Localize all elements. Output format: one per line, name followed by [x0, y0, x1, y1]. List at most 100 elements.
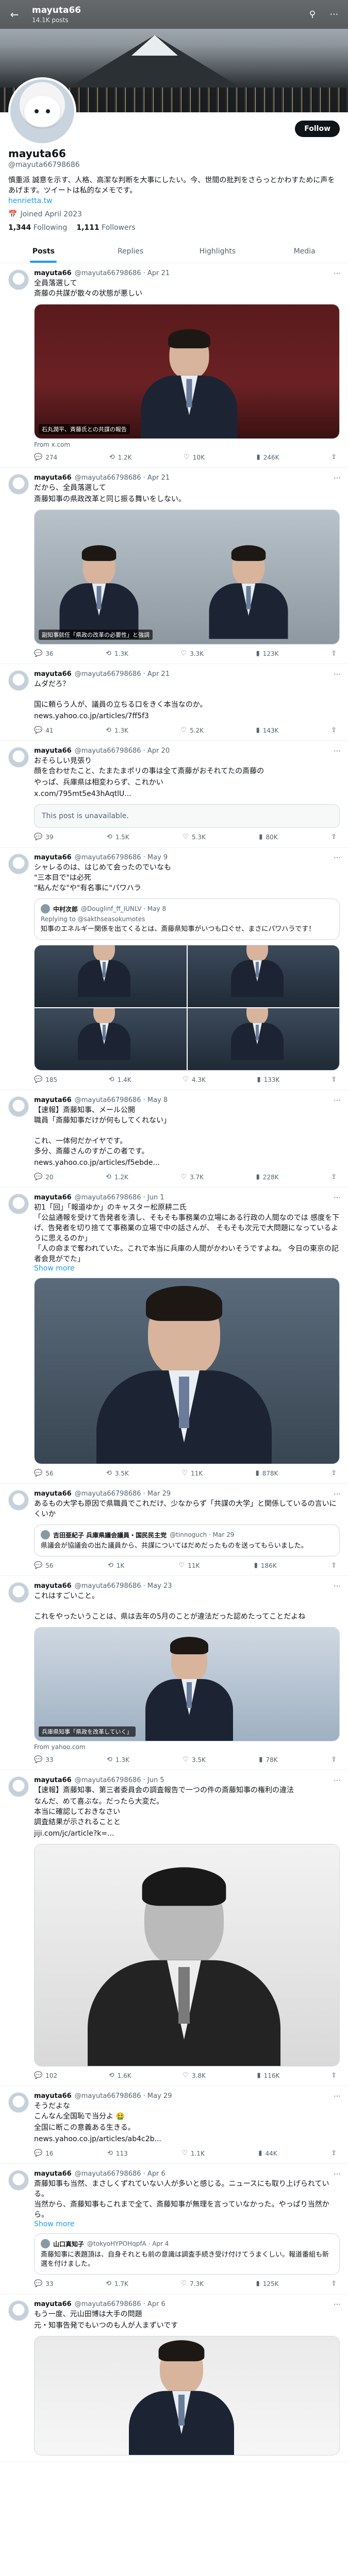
- more-icon[interactable]: ⋯: [334, 2170, 341, 2178]
- share-button[interactable]: ⇪: [331, 1173, 337, 1181]
- more-icon[interactable]: ⋯: [334, 1582, 341, 1590]
- quoted-tweet[interactable]: 中村次郎 @Douglinf_ff_IUNLV · May 8 Replying t…: [34, 899, 340, 940]
- avatar[interactable]: [8, 77, 76, 145]
- share-button[interactable]: ⇪: [331, 833, 337, 841]
- views-button[interactable]: ▮ 878K: [256, 1469, 278, 1477]
- tweet-media[interactable]: 副知事就任「県政の改革の必要性」と強調: [34, 510, 340, 645]
- like-button[interactable]: ♡ 3.3K: [180, 650, 204, 657]
- reply-button[interactable]: 💬 274: [34, 453, 57, 461]
- tweet-avatar[interactable]: [8, 2300, 29, 2321]
- tweet-avatar[interactable]: [8, 1776, 29, 1797]
- tweet-avatar[interactable]: [8, 2170, 29, 2191]
- retweet-button[interactable]: ⟲ 113: [107, 2149, 128, 2157]
- retweet-button[interactable]: ⟲ 1.5K: [107, 833, 129, 841]
- tweet-avatar[interactable]: [8, 1096, 29, 1117]
- retweet-button[interactable]: ⟲ 1.3K: [107, 1756, 129, 1764]
- reply-button[interactable]: 💬 185: [34, 1076, 57, 1083]
- views-button[interactable]: ▮ 123K: [256, 650, 279, 657]
- share-button[interactable]: ⇪: [331, 2072, 337, 2079]
- tweet-author-name[interactable]: mayuta66: [34, 1096, 72, 1104]
- more-icon[interactable]: ⋯: [334, 474, 341, 482]
- tweet-media[interactable]: 石丸潤平、斉藤氏との共謀の報告: [34, 304, 340, 439]
- views-button[interactable]: ▮ 125K: [256, 2280, 279, 2287]
- views-button[interactable]: ▮ 116K: [257, 2072, 279, 2079]
- more-icon[interactable]: ⋯: [334, 1096, 341, 1105]
- more-icon[interactable]: ⋯: [334, 269, 341, 278]
- following-count[interactable]: 1,344 Following: [8, 224, 67, 232]
- retweet-button[interactable]: ⟲ 1.2K: [109, 453, 132, 461]
- more-icon[interactable]: ⋯: [334, 1776, 341, 1785]
- search-icon[interactable]: ⚲: [306, 8, 319, 21]
- reply-button[interactable]: 💬 102: [34, 2072, 57, 2079]
- tweet-author-name[interactable]: mayuta66: [34, 670, 72, 678]
- tab-highlights[interactable]: Highlights: [174, 239, 261, 263]
- show-more-link[interactable]: Show more: [34, 1264, 340, 1273]
- tweet[interactable]: ⋯ mayuta66 @mayuta66798686 · Apr 6 斎藤知事も当然、…: [0, 2164, 348, 2294]
- tweet-media[interactable]: [34, 2336, 340, 2455]
- views-button[interactable]: ▮ 228K: [256, 1173, 279, 1181]
- tweet[interactable]: ⋯ mayuta66 @mayuta66798686 · Jun 1 初1「回」「報道…: [0, 1188, 348, 1484]
- views-button[interactable]: ▮ 44K: [258, 2149, 277, 2157]
- like-button[interactable]: ♡ 10K: [184, 453, 205, 461]
- more-icon[interactable]: ⋯: [334, 2092, 341, 2100]
- tweet-avatar[interactable]: [8, 2092, 29, 2113]
- reply-button[interactable]: 💬 33: [34, 1756, 53, 1764]
- reply-button[interactable]: 💬 33: [34, 2280, 53, 2287]
- tweet-author-name[interactable]: mayuta66: [34, 269, 72, 277]
- tweet[interactable]: ⋯ mayuta66 @mayuta66798686 · Jun 5 【速報】斎藤知事…: [0, 1770, 348, 2086]
- tweet[interactable]: ⋯ mayuta66 @mayuta66798686 · May 9 シャレるのは、は…: [0, 848, 348, 1090]
- tweet[interactable]: ⋯ mayuta66 @mayuta66798686 · Mar 29 あるもの大学も…: [0, 1484, 348, 1576]
- tweet[interactable]: ⋯ mayuta66 @mayuta66798686 · Apr 20 おそらしい見張…: [0, 741, 348, 848]
- tweet[interactable]: ⋯ mayuta66 @mayuta66798686 · May 8 【速報】斎藤知事…: [0, 1090, 348, 1188]
- retweet-button[interactable]: ⟲ 1.4K: [109, 1076, 131, 1083]
- tweet-avatar[interactable]: [8, 1582, 29, 1603]
- retweet-button[interactable]: ⟲ 1K: [108, 1562, 124, 1569]
- tweet-link[interactable]: news.yahoo.co.jp/articles/ab4c2b...: [34, 2134, 340, 2144]
- reply-button[interactable]: 💬 16: [34, 2149, 53, 2157]
- tweet-author-name[interactable]: mayuta66: [34, 1194, 72, 1201]
- more-icon[interactable]: ⋯: [334, 670, 341, 679]
- tweet-author-name[interactable]: mayuta66: [34, 854, 72, 861]
- more-icon[interactable]: ⋯: [334, 747, 341, 755]
- like-button[interactable]: ♡ 5.2K: [180, 726, 204, 734]
- tweet-author-name[interactable]: mayuta66: [34, 2170, 72, 2178]
- share-button[interactable]: ⇪: [331, 726, 337, 734]
- tweet-avatar[interactable]: [8, 1194, 29, 1214]
- like-button[interactable]: ♡ 3.8K: [183, 2072, 206, 2079]
- tweet-author-name[interactable]: mayuta66: [34, 1490, 72, 1498]
- share-button[interactable]: ⇪: [331, 1756, 337, 1764]
- retweet-button[interactable]: ⟲ 1.6K: [109, 2072, 131, 2079]
- share-button[interactable]: ⇪: [331, 1076, 337, 1083]
- follow-button[interactable]: Follow: [295, 121, 340, 137]
- tweet[interactable]: ⋯ mayuta66 @mayuta66798686 · Apr 21 ムダだろ？ 国…: [0, 664, 348, 741]
- share-button[interactable]: ⇪: [331, 2280, 337, 2287]
- share-button[interactable]: ⇪: [331, 453, 337, 461]
- share-button[interactable]: ⇪: [331, 2149, 337, 2157]
- share-button[interactable]: ⇪: [331, 1469, 337, 1477]
- followers-count[interactable]: 1,111 Followers: [76, 224, 135, 232]
- share-button[interactable]: ⇪: [331, 1562, 337, 1569]
- views-button[interactable]: ▮ 186K: [254, 1562, 277, 1569]
- tweet-avatar[interactable]: [8, 474, 29, 495]
- like-button[interactable]: ♡ 11K: [179, 1562, 200, 1569]
- like-button[interactable]: ♡ 3.5K: [183, 1756, 206, 1764]
- back-arrow-icon[interactable]: ←: [7, 7, 22, 22]
- retweet-button[interactable]: ⟲ 3.5K: [106, 1469, 129, 1477]
- tab-posts[interactable]: Posts: [0, 239, 87, 263]
- more-icon[interactable]: ⋯: [334, 1194, 341, 1202]
- tweet[interactable]: ⋯ mayuta66 @mayuta66798686 · Apr 21 だから、全員落…: [0, 468, 348, 664]
- tweet-link[interactable]: news.yahoo.co.jp/articles/7ff5f3: [34, 711, 340, 721]
- share-button[interactable]: ⇪: [331, 650, 337, 657]
- show-more-link[interactable]: Show more: [34, 2220, 340, 2228]
- tweet-media[interactable]: 兵庫県知事「県政を改革していく」: [34, 1627, 340, 1741]
- tweet[interactable]: ⋯ mayuta66 @mayuta66798686 · May 23 これはすごいこ…: [0, 1576, 348, 1770]
- tweet[interactable]: ⋯ mayuta66 @mayuta66798686 · Apr 6 もう一度、元山田…: [0, 2294, 348, 2462]
- retweet-button[interactable]: ⟲ 1.7K: [106, 2280, 128, 2287]
- views-button[interactable]: ▮ 78K: [259, 1756, 277, 1764]
- more-icon[interactable]: ⋯: [334, 854, 341, 862]
- tweet-author-name[interactable]: mayuta66: [34, 474, 72, 482]
- reply-button[interactable]: 💬 56: [34, 1469, 53, 1477]
- retweet-button[interactable]: ⟲ 1.3K: [106, 726, 128, 734]
- like-button[interactable]: ♡ 11K: [181, 1469, 203, 1477]
- tweet-link[interactable]: x.com/795mt5e43hAqtlU...: [34, 789, 340, 799]
